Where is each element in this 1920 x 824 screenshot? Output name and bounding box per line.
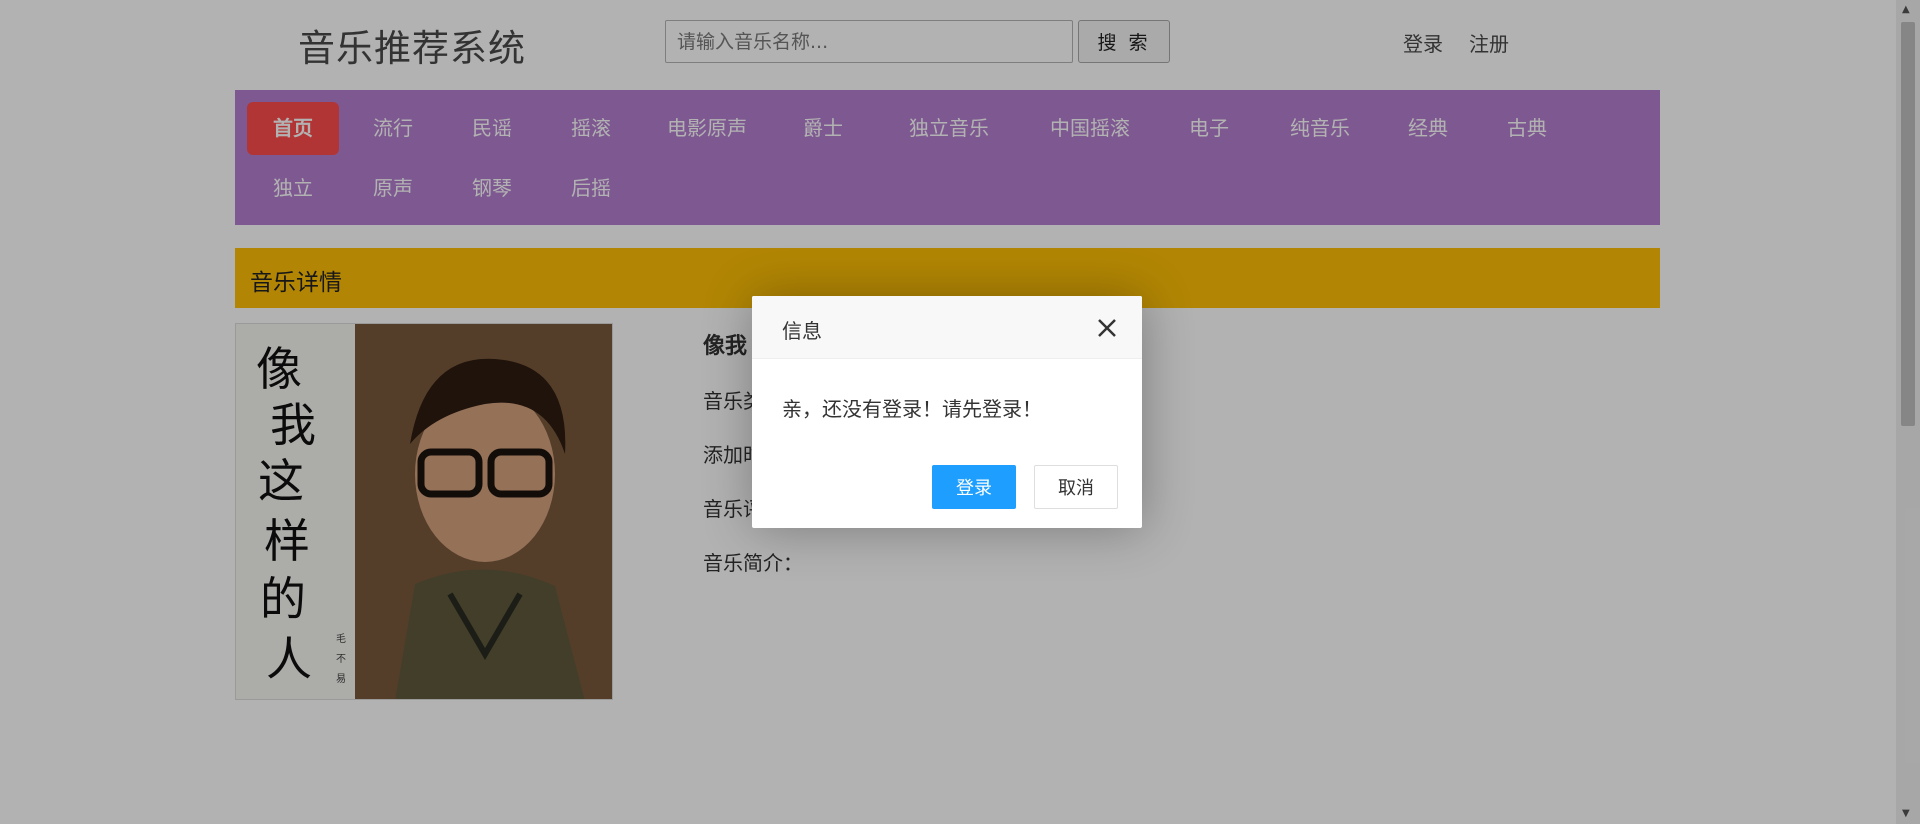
dialog-title: 信息 xyxy=(782,319,822,343)
close-icon[interactable] xyxy=(1093,314,1121,342)
dialog-cancel-button[interactable]: 取消 xyxy=(1034,465,1118,509)
dialog-header: 信息 xyxy=(752,296,1142,359)
dialog-message: 亲，还没有登录！请先登录！ xyxy=(782,397,1042,421)
login-required-dialog: 信息 亲，还没有登录！请先登录！ 登录 取消 xyxy=(752,296,1142,528)
dialog-login-button[interactable]: 登录 xyxy=(932,465,1016,509)
